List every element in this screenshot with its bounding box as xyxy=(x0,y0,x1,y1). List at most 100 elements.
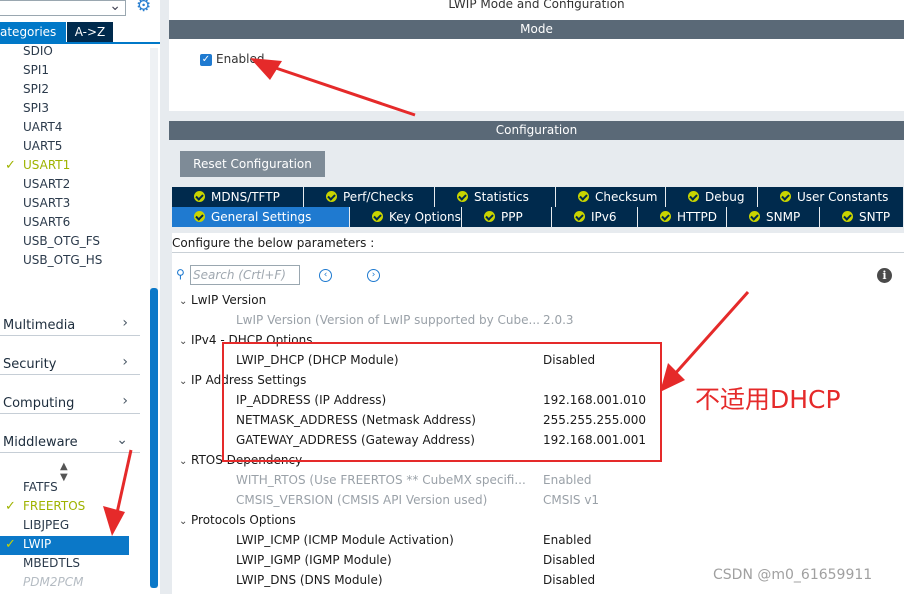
peripheral-search-dropdown[interactable]: ⌄ xyxy=(0,0,126,16)
middleware-item[interactable]: FATFS xyxy=(23,478,58,497)
parameter-search-input[interactable]: Search (Crtl+F) xyxy=(190,265,300,285)
check-circle-icon xyxy=(194,191,205,202)
config-tab[interactable]: PPP xyxy=(462,207,552,227)
config-tab[interactable]: Key Options xyxy=(350,207,462,227)
check-circle-icon xyxy=(780,191,791,202)
chevron-down-icon[interactable]: ⌄ xyxy=(179,372,191,392)
config-tab-label: Checksum xyxy=(595,190,658,204)
param-value[interactable]: 2.0.3 xyxy=(543,310,574,330)
previous-match-icon[interactable]: ‹ xyxy=(319,269,332,282)
enabled-checkbox[interactable]: ✓ xyxy=(200,54,212,66)
parameters-header: Configure the below parameters : xyxy=(172,233,904,253)
config-tab[interactable]: Debug xyxy=(666,187,758,207)
config-tab[interactable]: User Constants xyxy=(758,187,904,207)
mode-section-header: Mode xyxy=(169,20,904,39)
chevron-down-icon[interactable]: ⌄ xyxy=(179,332,191,352)
param-name[interactable]: LWIP_DHCP (DHCP Module) xyxy=(236,350,399,370)
param-name[interactable]: WITH_RTOS (Use FREERTOS ** CubeMX specif… xyxy=(236,470,526,490)
param-name[interactable]: LWIP_IGMP (IGMP Module) xyxy=(236,550,392,570)
category-middleware[interactable]: Middleware ⌄ xyxy=(0,414,140,453)
config-tab[interactable]: SNTP xyxy=(820,207,904,227)
param-group[interactable]: ⌄ IPv4 - DHCP Options xyxy=(179,330,312,350)
param-value[interactable]: Disabled xyxy=(543,350,595,370)
scrollbar-thumb[interactable] xyxy=(150,288,158,588)
param-name[interactable]: GATEWAY_ADDRESS (Gateway Address) xyxy=(236,430,475,450)
peripheral-item[interactable]: USART6 xyxy=(23,213,70,232)
check-circle-icon xyxy=(326,191,337,202)
param-name[interactable]: NETMASK_ADDRESS (Netmask Address) xyxy=(236,410,476,430)
middleware-item[interactable]: MBEDTLS xyxy=(23,554,80,573)
tab-a-to-z[interactable]: A->Z xyxy=(67,22,113,42)
category-computing[interactable]: Computing › xyxy=(0,375,140,414)
category-label: Multimedia xyxy=(3,318,76,333)
config-tab[interactable]: Perf/Checks xyxy=(304,187,435,207)
chevron-down-icon[interactable]: ⌄ xyxy=(179,452,191,472)
config-tab[interactable]: Statistics xyxy=(435,187,556,207)
param-name[interactable]: LwIP Version (Version of LwIP supported … xyxy=(236,310,540,330)
peripheral-item[interactable]: UART4 xyxy=(23,118,62,137)
peripheral-item[interactable]: USB_OTG_FS xyxy=(23,232,100,251)
category-multimedia[interactable]: Multimedia › xyxy=(0,297,140,336)
param-value[interactable]: 192.168.001.010 xyxy=(543,390,646,410)
gear-icon[interactable]: ⚙ xyxy=(136,0,156,15)
next-match-icon[interactable]: › xyxy=(367,269,380,282)
check-circle-icon xyxy=(660,211,671,222)
tab-categories[interactable]: ategories xyxy=(0,22,66,42)
chevron-right-icon: › xyxy=(122,393,128,409)
param-group-label: LwIP Version xyxy=(191,293,267,307)
config-tab[interactable]: SNMP xyxy=(727,207,820,227)
param-value[interactable]: Disabled xyxy=(543,570,595,590)
param-value[interactable]: Enabled xyxy=(543,470,592,490)
param-group[interactable]: ⌄ RTOS Dependency xyxy=(179,450,302,470)
config-tab[interactable]: MDNS/TFTP xyxy=(172,187,304,207)
param-value[interactable]: Disabled xyxy=(543,550,595,570)
right-panel: LWIP Mode and Configuration Mode ✓ Enabl… xyxy=(169,0,904,594)
param-name[interactable]: IP_ADDRESS (IP Address) xyxy=(236,390,386,410)
middleware-item[interactable]: PDM2PCM xyxy=(23,573,83,592)
section-splitter[interactable] xyxy=(169,111,904,121)
chevron-down-icon[interactable]: ⌄ xyxy=(109,0,121,14)
window-title: LWIP Mode and Configuration xyxy=(448,0,625,11)
watermark: CSDN @m0_61659911 xyxy=(713,567,873,583)
param-value[interactable]: Enabled xyxy=(543,530,592,550)
category-label: Computing xyxy=(3,396,75,411)
peripheral-item[interactable]: SPI1 xyxy=(23,61,49,80)
reset-configuration-button[interactable]: Reset Configuration xyxy=(180,151,325,177)
check-circle-icon xyxy=(457,191,468,202)
peripheral-item[interactable]: SPI2 xyxy=(23,80,49,99)
chevron-down-icon[interactable]: ⌄ xyxy=(179,292,191,312)
config-tab[interactable]: Checksum xyxy=(556,187,666,207)
config-tab[interactable]: IPv6 xyxy=(552,207,638,227)
config-tab-label: User Constants xyxy=(797,190,889,204)
info-icon[interactable]: i xyxy=(877,268,892,283)
param-name[interactable]: CMSIS_VERSION (CMSIS API Version used) xyxy=(236,490,487,510)
peripheral-item[interactable]: SDIO xyxy=(23,42,53,61)
peripheral-item[interactable]: SPI3 xyxy=(23,99,49,118)
sort-icon[interactable]: ▲ ▼ xyxy=(60,461,68,483)
param-group[interactable]: ⌄ IP Address Settings xyxy=(179,370,306,390)
param-value[interactable]: CMSIS v1 xyxy=(543,490,599,510)
left-scrollbar[interactable] xyxy=(150,48,158,588)
check-circle-icon xyxy=(574,211,585,222)
param-group[interactable]: ⌄ LwIP Version xyxy=(179,290,266,310)
peripheral-item[interactable]: USART1 xyxy=(23,156,70,175)
peripheral-item[interactable]: UART5 xyxy=(23,137,62,156)
param-value[interactable]: 192.168.001.001 xyxy=(543,430,646,450)
param-value[interactable]: 255.255.255.000 xyxy=(543,410,646,430)
param-group[interactable]: ⌄ Protocols Options xyxy=(179,510,296,530)
config-tab-label: PPP xyxy=(501,210,523,224)
peripheral-item[interactable]: USART3 xyxy=(23,194,70,213)
check-circle-icon xyxy=(194,211,205,222)
middleware-item[interactable]: LWIP xyxy=(23,535,51,554)
param-name[interactable]: LWIP_ICMP (ICMP Module Activation) xyxy=(236,530,454,550)
config-tab[interactable]: General Settings xyxy=(172,207,350,227)
peripheral-item[interactable]: USART2 xyxy=(23,175,70,194)
panel-divider[interactable] xyxy=(160,0,169,594)
category-security[interactable]: Security › xyxy=(0,336,140,375)
peripheral-item[interactable]: USB_OTG_HS xyxy=(23,251,102,270)
middleware-item[interactable]: FREERTOS xyxy=(23,497,85,516)
param-name[interactable]: LWIP_DNS (DNS Module) xyxy=(236,570,383,590)
chevron-down-icon[interactable]: ⌄ xyxy=(179,512,191,532)
middleware-item[interactable]: LIBJPEG xyxy=(23,516,69,535)
config-tab[interactable]: HTTPD xyxy=(638,207,727,227)
